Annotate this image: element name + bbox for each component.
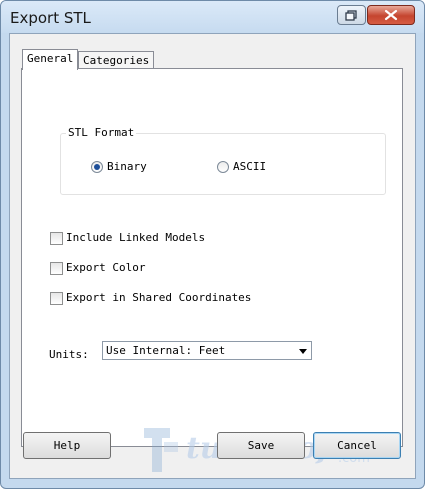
ascii-label[interactable]: ASCII (233, 160, 266, 173)
stl-format-title: STL Format (66, 126, 137, 139)
export-shared-coordinates-checkbox[interactable] (50, 292, 63, 305)
help-button[interactable]: Help (23, 432, 111, 459)
export-stl-window: Export STL General Categories STL Format… (0, 0, 425, 489)
ascii-radio[interactable] (217, 161, 229, 173)
units-select[interactable]: Use Internal: Feet (102, 341, 312, 360)
tab-general[interactable]: General (22, 49, 79, 70)
close-icon (384, 9, 398, 21)
units-select-value: Use Internal: Feet (106, 344, 226, 357)
close-button[interactable] (367, 5, 415, 25)
export-color-checkbox[interactable] (50, 262, 63, 275)
restore-button[interactable] (337, 5, 366, 25)
binary-label[interactable]: Binary (107, 160, 147, 173)
restore-icon (345, 10, 357, 21)
units-label: Units: (49, 348, 89, 361)
save-button[interactable]: Save (217, 432, 305, 459)
cancel-button[interactable]: Cancel (313, 432, 401, 459)
export-shared-coordinates-label[interactable]: Export in Shared Coordinates (66, 291, 251, 304)
binary-radio[interactable] (91, 161, 103, 173)
dropdown-arrow-icon (299, 349, 307, 354)
export-color-label[interactable]: Export Color (66, 261, 145, 274)
title-bar[interactable]: Export STL (1, 1, 424, 33)
radio-selected-dot (94, 164, 100, 170)
include-linked-models-checkbox[interactable] (50, 232, 63, 245)
include-linked-models-label[interactable]: Include Linked Models (66, 231, 205, 244)
dialog-body: General Categories STL Format Binary ASC… (9, 33, 416, 479)
window-title: Export STL (10, 9, 91, 27)
general-tab-panel: STL Format Binary ASCII Include Linked M… (21, 68, 403, 447)
